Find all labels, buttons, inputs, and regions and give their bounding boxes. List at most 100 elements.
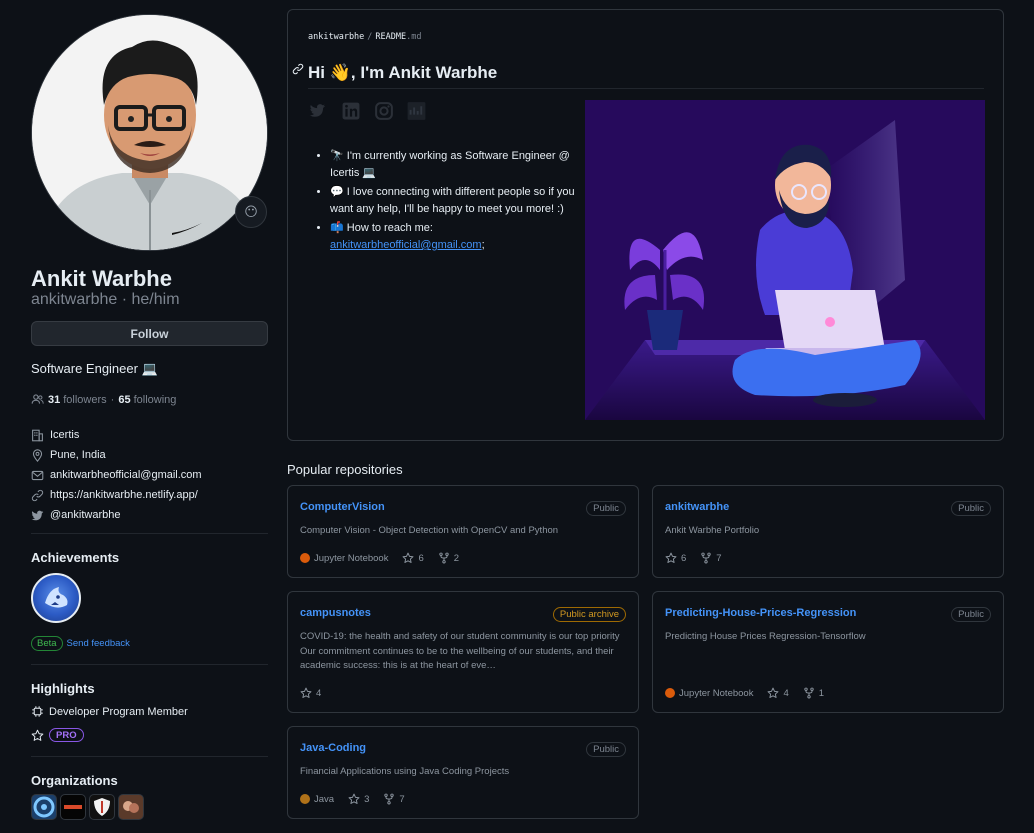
fork-count: 2 [453, 552, 460, 564]
heading-rule [308, 88, 984, 89]
status-emoji-button[interactable]: 😶 [235, 196, 267, 228]
repo-meta: Jupyter Notebook 4 1 [665, 687, 824, 699]
profile-readme: ankitwarbhe / README.md Hi 👋, I'm Ankit Wa… [287, 9, 1004, 441]
language-color-dot [300, 553, 310, 563]
sidebar-divider [31, 533, 268, 534]
repo-description: COVID-19: the health and safety of our s… [300, 631, 620, 671]
avatar-illustration [32, 15, 267, 250]
star-count: 6 [418, 552, 424, 564]
followers-link[interactable]: 31 followers [48, 394, 107, 406]
email-link[interactable]: ankitwarbheofficial@gmail.com [50, 469, 202, 481]
repo-card: ComputerVision Public Computer Vision - … [287, 485, 639, 578]
repo-forks[interactable]: 7 [700, 552, 722, 564]
achievement-badge[interactable] [31, 573, 81, 623]
developer-program-row: Developer Program Member [31, 705, 188, 718]
pronouns-text: he/him [131, 291, 180, 308]
organization-avatar[interactable] [118, 794, 144, 820]
social-icons [308, 101, 426, 120]
fork-icon [804, 687, 814, 699]
bullet-text: I love connecting with different people … [330, 186, 575, 215]
language-color-dot [300, 794, 310, 804]
repo-name-link[interactable]: Predicting-House-Prices-Regression [665, 607, 856, 619]
repo-name-link[interactable]: campusnotes [300, 607, 371, 619]
readme-bullets: 🔭 I'm currently working as Software Engi… [330, 148, 590, 256]
star-icon [403, 552, 414, 563]
sidebar-divider [31, 756, 268, 757]
star-count: 4 [316, 687, 322, 699]
fork-count: 1 [818, 687, 825, 699]
stats-separator: · [110, 393, 115, 406]
repo-meta: 6 7 [665, 552, 722, 564]
highlights-title: Highlights [31, 681, 95, 696]
star-count: 3 [364, 793, 370, 805]
bullet-text: How to reach me: [346, 222, 433, 234]
shield-icon [94, 798, 110, 816]
repo-stars[interactable]: 6 [402, 552, 424, 564]
twitter-row[interactable]: @ankitwarbhe [31, 505, 268, 525]
building-icon [32, 429, 43, 441]
repo-forks[interactable]: 1 [803, 687, 824, 699]
twitter-handle[interactable]: @ankitwarbhe [50, 509, 120, 521]
repo-name-link[interactable]: ankitwarbhe [665, 501, 729, 513]
repo-forks[interactable]: 7 [383, 793, 405, 805]
following-link[interactable]: 65 following [118, 394, 176, 406]
org-logo-icon [123, 801, 139, 813]
profile-avatar[interactable] [31, 14, 268, 251]
mail-icon [31, 470, 44, 480]
readme-bullet: 📫 How to reach me: ankitwarbheofficial@gm… [330, 220, 590, 254]
language-name: Java [314, 793, 335, 805]
readme-path-user[interactable]: ankitwarbhe [308, 32, 364, 42]
star-count: 4 [783, 687, 789, 699]
repo-stars[interactable]: 4 [300, 687, 321, 699]
popular-repositories-title: Popular repositories [287, 462, 403, 477]
followers-count: 31 [48, 393, 61, 406]
anchor-link-icon[interactable] [292, 62, 304, 78]
contact-email-link[interactable]: ankitwarbheofficial@gmail.com [330, 239, 482, 251]
medium-icon[interactable] [407, 101, 426, 120]
star-count: 6 [681, 552, 687, 564]
sidebar-divider [31, 664, 268, 665]
repo-forks[interactable]: 2 [438, 552, 459, 564]
location-row: Pune, India [31, 445, 268, 465]
repo-stars[interactable]: 4 [767, 687, 789, 699]
company-row: Icertis [31, 425, 268, 445]
link-icon [31, 489, 44, 501]
readme-path: ankitwarbhe / README.md [308, 32, 422, 42]
repo-stars[interactable]: 6 [665, 552, 686, 564]
instagram-icon[interactable] [374, 101, 393, 120]
fork-count: 7 [716, 552, 722, 564]
company-text: Icertis [50, 429, 80, 441]
telescope-emoji: 🔭 [330, 150, 344, 162]
fork-icon [439, 552, 449, 564]
repo-visibility-badge: Public [951, 607, 991, 622]
repo-stars[interactable]: 3 [348, 793, 369, 805]
send-feedback-link[interactable]: Send feedback [67, 638, 130, 649]
following-count: 65 [118, 393, 131, 406]
readme-path-ext: .md [406, 32, 422, 42]
beta-label: Beta [31, 636, 63, 651]
repo-name-link[interactable]: ComputerVision [300, 501, 385, 513]
repo-card: ankitwarbhe Public Ankit Warbhe Portfoli… [652, 485, 1004, 578]
website-link[interactable]: https://ankitwarbhe.netlify.app/ [50, 489, 198, 501]
repo-description: Predicting House Prices Regression-Tenso… [665, 631, 866, 642]
star-icon [300, 687, 312, 698]
developer-program-text: Developer Program Member [49, 705, 188, 718]
profile-username: ankitwarbhe · he/him [31, 291, 180, 308]
twitter-icon[interactable] [308, 101, 327, 120]
email-row[interactable]: ankitwarbheofficial@gmail.com [31, 465, 268, 485]
website-row[interactable]: https://ankitwarbhe.netlify.app/ [31, 485, 268, 505]
organization-avatar[interactable] [89, 794, 115, 820]
follow-button[interactable]: Follow [31, 321, 268, 346]
readme-bullet: 💬 I love connecting with different peopl… [330, 184, 590, 218]
profile-details: Icertis Pune, India ankitwarbheofficial@… [31, 425, 268, 525]
organization-avatar[interactable] [60, 794, 86, 820]
profile-bio: Software Engineer 💻 [31, 361, 158, 376]
language-name: Jupyter Notebook [314, 552, 389, 564]
org-logo-icon [64, 805, 82, 809]
organization-avatar[interactable] [31, 794, 57, 820]
linkedin-icon[interactable] [341, 101, 360, 120]
repo-name-link[interactable]: Java-Coding [300, 742, 366, 754]
fork-count: 7 [399, 793, 405, 805]
people-icon [31, 394, 44, 404]
shark-badge-icon [45, 587, 68, 608]
